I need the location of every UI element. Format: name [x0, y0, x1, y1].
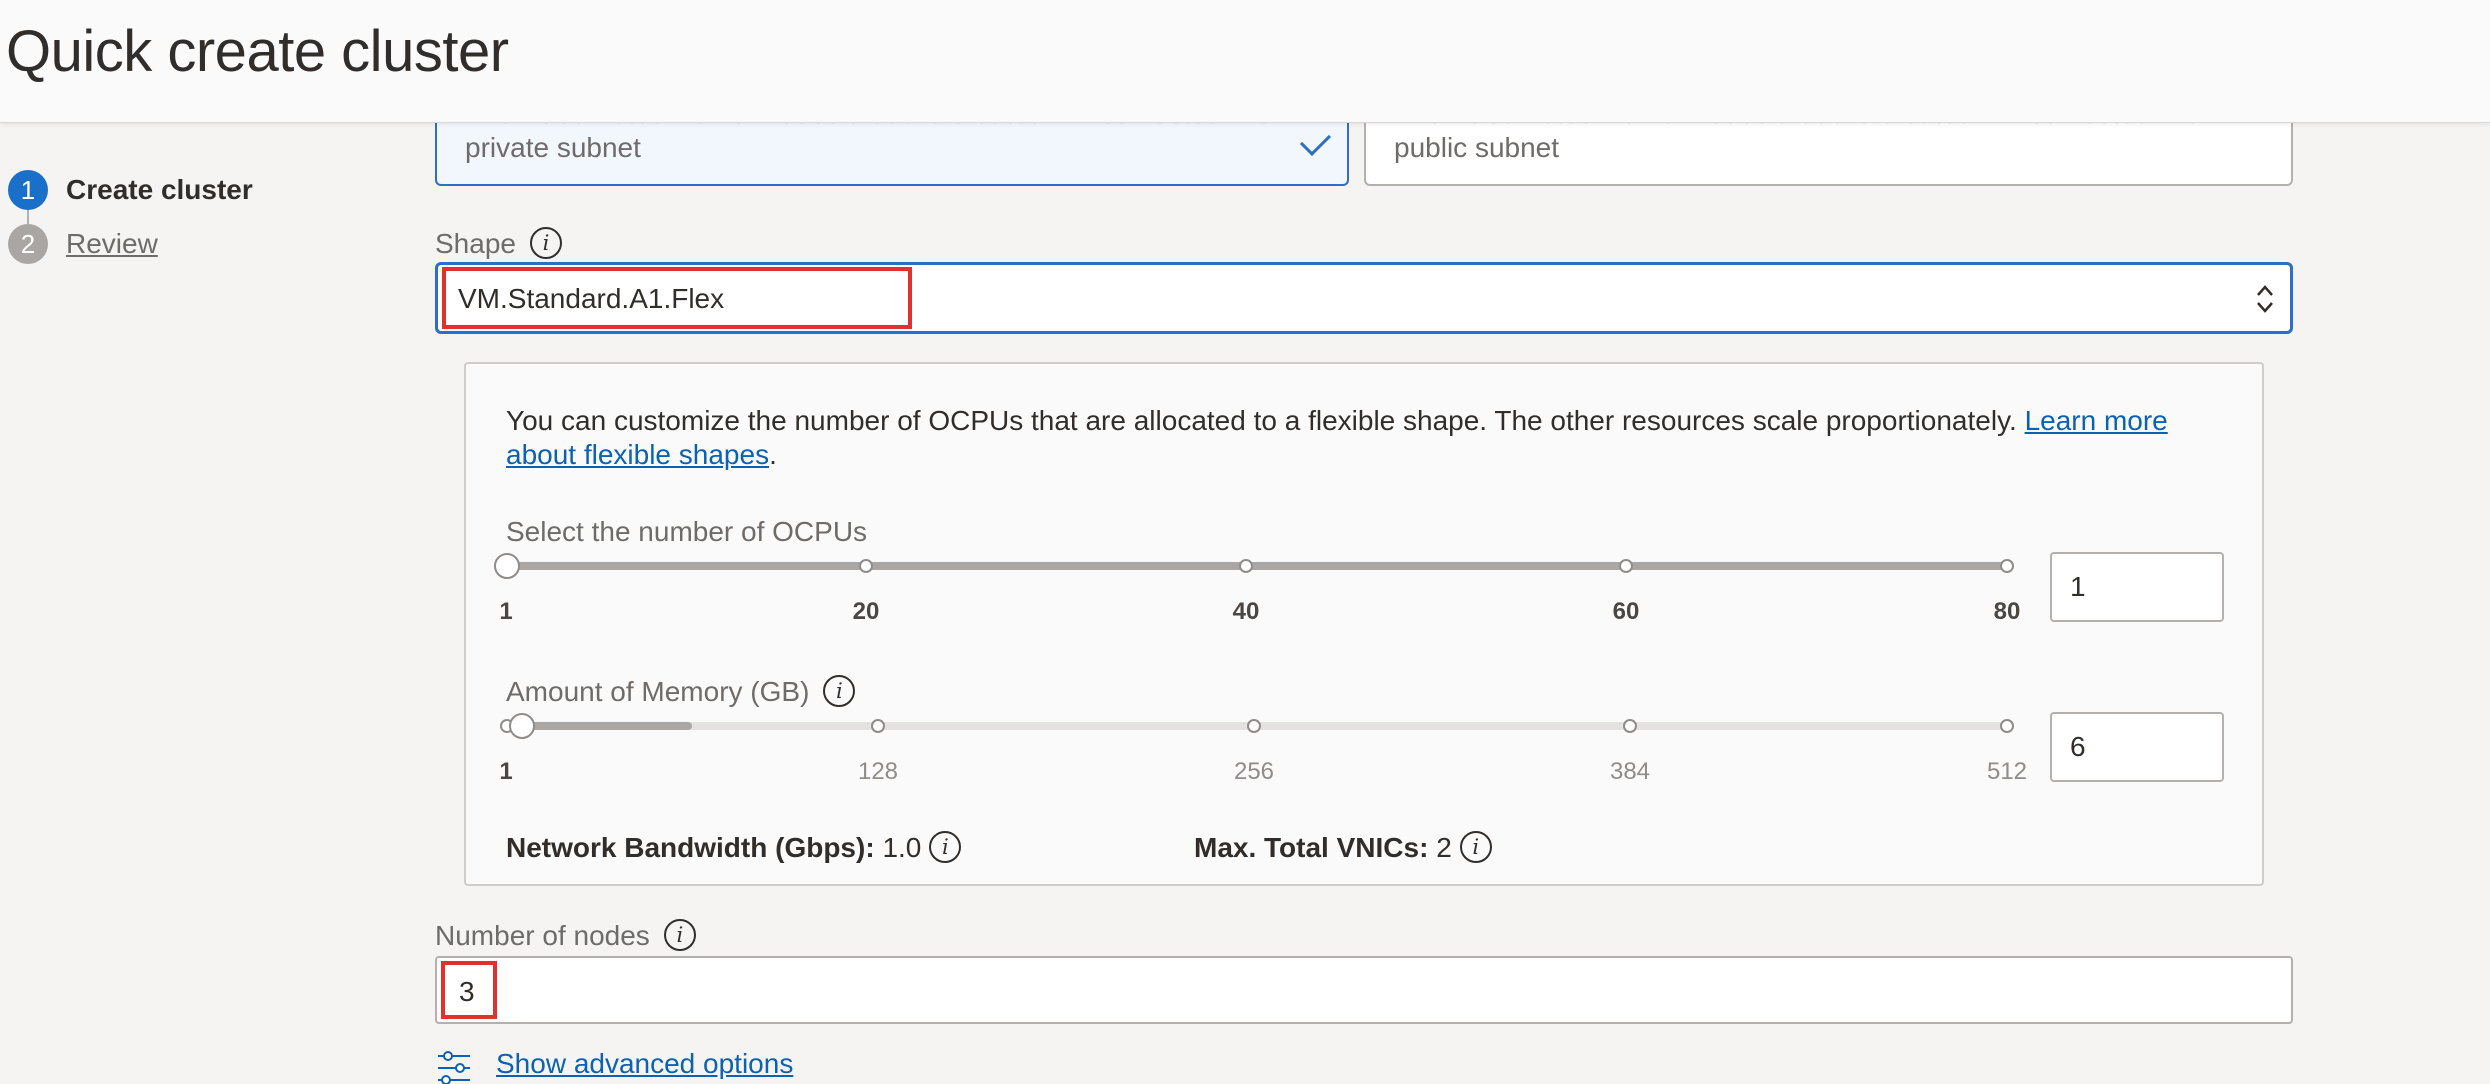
step-number: 2	[8, 224, 48, 264]
ocpu-label: Select the number of OCPUs	[506, 516, 868, 547]
memory-tick-label: 1	[499, 758, 513, 785]
slider-thumb[interactable]	[494, 553, 520, 579]
bandwidth-label: Network Bandwidth (Gbps):	[506, 832, 875, 863]
link-suffix: .	[769, 439, 777, 470]
slider-tick	[1239, 559, 1253, 573]
slider-tick	[2000, 719, 2014, 733]
highlight-box	[442, 267, 912, 329]
nodes-value: 3	[459, 976, 475, 1007]
slider-tick	[859, 559, 873, 573]
description-text: You can customize the number of OCPUs th…	[506, 405, 2025, 436]
ocpu-tick-label: 80	[1993, 598, 2021, 625]
select-arrows-icon	[2257, 285, 2273, 313]
info-icon[interactable]: i	[929, 830, 962, 863]
ocpu-tick-label: 1	[499, 598, 513, 625]
memory-tick-label: 256	[1233, 758, 1275, 785]
subnet-option-label: public subnet	[1394, 132, 1560, 163]
step-label[interactable]: Review	[66, 228, 158, 260]
page-title: Quick create cluster	[6, 19, 509, 84]
memory-tick-label: 512	[1986, 758, 2028, 785]
bandwidth-value: 1.0	[882, 832, 922, 863]
flex-shape-panel: You can customize the number of OCPUs th…	[464, 362, 2264, 886]
network-bandwidth: Network Bandwidth (Gbps): 1.0 i	[506, 830, 962, 866]
ocpu-tick-label: 20	[852, 598, 880, 625]
info-icon[interactable]: i	[823, 674, 856, 707]
ocpu-input[interactable]: 1	[2050, 552, 2224, 622]
page-header: Quick create cluster	[0, 0, 2490, 123]
step-number: 1	[8, 170, 48, 210]
slider-thumb[interactable]	[509, 713, 535, 739]
link-text: about flexible shapes	[506, 439, 770, 470]
shape-label: Shape i	[435, 226, 562, 262]
max-vnics: Max. Total VNICs: 2i	[1194, 830, 1492, 866]
shape-select[interactable]: VM.Standard.A1.Flex	[435, 262, 2293, 334]
show-advanced-options-link[interactable]: Show advanced options	[496, 1048, 793, 1080]
link-text: Learn more	[2024, 405, 2168, 436]
info-icon[interactable]: i	[1459, 830, 1492, 863]
step-connector	[27, 210, 29, 224]
memory-tick-label: 128	[857, 758, 899, 785]
info-icon[interactable]: i	[529, 226, 562, 259]
slider-tick	[1623, 719, 1637, 733]
nodes-input[interactable]: 3	[435, 956, 2293, 1024]
flex-shape-description: You can customize the number of OCPUs th…	[506, 404, 2226, 472]
slider-tick	[2000, 559, 2014, 573]
info-icon[interactable]: i	[663, 918, 696, 951]
vnics-label: Max. Total VNICs:	[1194, 832, 1429, 863]
slider-tick	[1247, 719, 1261, 733]
ocpu-tick-label: 40	[1232, 598, 1260, 625]
nodes-label-text: Number of nodes	[435, 920, 650, 951]
slider-track	[506, 562, 2006, 570]
ocpu-tick-label: 60	[1612, 598, 1640, 625]
vnics-value: 2	[1436, 832, 1452, 863]
memory-tick-label: 384	[1609, 758, 1651, 785]
memory-label: Amount of Memory (GB) i	[506, 674, 856, 710]
memory-label-text: Amount of Memory (GB)	[506, 676, 810, 707]
memory-input[interactable]: 6	[2050, 712, 2224, 782]
step-label: Create cluster	[66, 174, 253, 205]
checkmark-icon	[1299, 124, 1332, 157]
slider-tick	[871, 719, 885, 733]
shape-label-text: Shape	[435, 228, 516, 259]
slider-tick	[1619, 559, 1633, 573]
sliders-icon[interactable]	[436, 1048, 472, 1084]
nodes-label: Number of nodes i	[435, 918, 696, 954]
subnet-option-label: private subnet	[465, 132, 641, 163]
